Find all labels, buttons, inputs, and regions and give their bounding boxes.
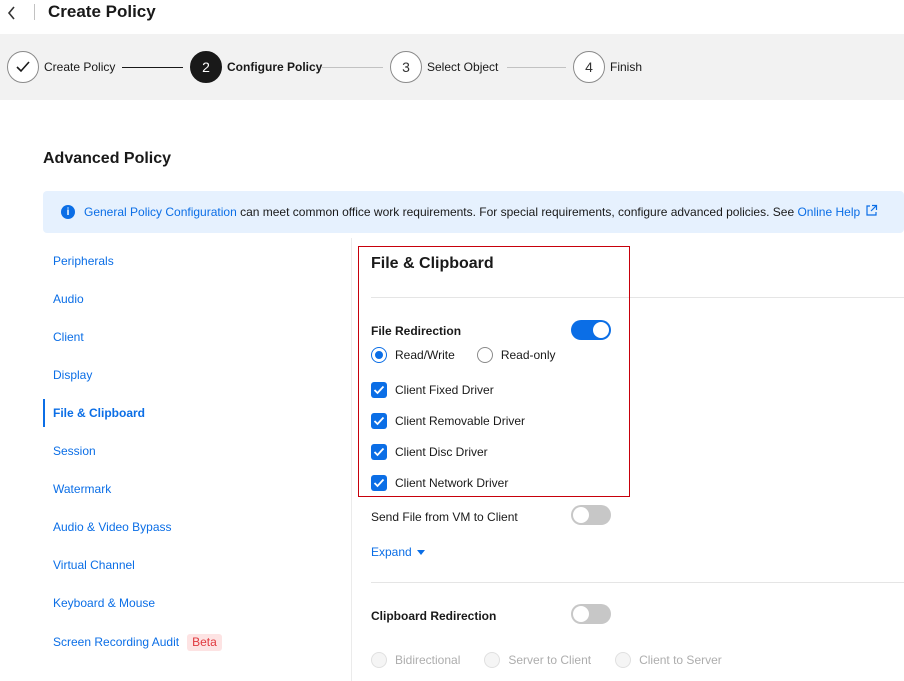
step-label: Finish — [610, 60, 643, 74]
info-banner: i General Policy Configuration can meet … — [43, 191, 904, 233]
nav-item-peripherals[interactable]: Peripherals — [43, 247, 114, 275]
clipboard-mode-radio-group: Bidirectional Server to Client Client to… — [371, 652, 722, 668]
step-number: 2 — [190, 51, 222, 83]
step-connector — [507, 67, 566, 68]
section-title: Advanced Policy — [43, 150, 172, 167]
page-title: Create Policy — [48, 2, 156, 21]
step-number: 4 — [573, 51, 605, 83]
bidirectional-radio[interactable] — [371, 652, 387, 668]
clipboard-redirection-toggle[interactable] — [571, 604, 611, 624]
steps-bar: Create Policy 2 Configure Policy 3 Selec… — [0, 34, 904, 100]
server-to-client-radio[interactable] — [484, 652, 501, 668]
radio-label: Bidirectional — [395, 653, 461, 667]
nav-item-watermark[interactable]: Watermark — [43, 475, 111, 503]
nav-item-audio-video-bypass[interactable]: Audio & Video Bypass — [43, 513, 172, 541]
step-connector — [322, 67, 383, 68]
step-number: 3 — [390, 51, 422, 83]
expand-label: Expand — [371, 545, 412, 559]
nav-item-session[interactable]: Session — [43, 437, 96, 465]
toggle-knob — [573, 507, 589, 523]
read-write-radio[interactable] — [371, 347, 387, 363]
file-redirection-label: File Redirection — [371, 324, 462, 338]
radio-label: Read/Write — [395, 348, 455, 362]
toggle-knob — [573, 606, 589, 622]
nav-item-virtual-channel[interactable]: Virtual Channel — [43, 551, 135, 579]
radio-label: Server to Client — [508, 653, 592, 667]
send-file-label: Send File from VM to Client — [371, 510, 518, 524]
nav-item-label: Screen Recording Audit — [53, 635, 180, 649]
divider — [371, 582, 904, 583]
nav-item-display[interactable]: Display — [43, 361, 92, 389]
step-select-object: 3 Select Object — [390, 51, 498, 83]
checkbox-label: Client Disc Driver — [395, 445, 488, 459]
check-icon — [7, 51, 39, 83]
caret-down-icon — [416, 549, 425, 555]
checkbox-label: Client Fixed Driver — [395, 383, 494, 397]
clipboard-redirection-label: Clipboard Redirection — [371, 609, 497, 623]
radio-label: Client to Server — [639, 653, 722, 667]
step-connector — [122, 67, 183, 68]
banner-text: can meet common office work requirements… — [236, 205, 798, 219]
step-label: Configure Policy — [227, 60, 323, 74]
page-header: Create Policy — [0, 0, 904, 28]
file-redirection-toggle[interactable] — [571, 320, 611, 340]
panel-title: File & Clipboard — [371, 255, 494, 272]
nav-item-screen-recording-audit[interactable]: Screen Recording Audit Beta — [43, 628, 222, 656]
back-arrow-icon[interactable] — [4, 2, 20, 22]
step-configure-policy: 2 Configure Policy — [190, 51, 322, 83]
client-network-driver-checkbox[interactable] — [371, 475, 387, 491]
beta-badge: Beta — [187, 634, 222, 652]
client-fixed-driver-option: Client Fixed Driver — [371, 382, 494, 398]
client-removable-driver-option: Client Removable Driver — [371, 413, 525, 429]
client-disc-driver-checkbox[interactable] — [371, 444, 387, 460]
header-divider — [34, 4, 35, 20]
client-disc-driver-option: Client Disc Driver — [371, 444, 488, 460]
radio-label: Read-only — [500, 348, 556, 362]
client-network-driver-option: Client Network Driver — [371, 475, 508, 491]
nav-item-keyboard-mouse[interactable]: Keyboard & Mouse — [43, 589, 155, 617]
nav-item-client[interactable]: Client — [43, 323, 84, 351]
online-help-link[interactable]: Online Help — [797, 205, 860, 219]
expand-button[interactable]: Expand — [371, 545, 425, 559]
toggle-knob — [593, 322, 609, 338]
info-icon: i — [61, 205, 75, 219]
send-file-toggle[interactable] — [571, 505, 611, 525]
step-finish: 4 Finish — [573, 51, 642, 83]
checkmark-icon — [373, 416, 385, 426]
step-label: Select Object — [427, 60, 499, 74]
checkmark-icon — [373, 447, 385, 457]
checkbox-label: Client Network Driver — [395, 476, 509, 490]
file-mode-radio-group: Read/Write Read-only — [371, 347, 556, 363]
read-only-radio[interactable] — [476, 347, 493, 363]
divider — [371, 297, 904, 298]
checkmark-icon — [373, 478, 385, 488]
step-label: Create Policy — [44, 60, 116, 74]
client-removable-driver-checkbox[interactable] — [371, 413, 387, 429]
nav-item-file-clipboard[interactable]: File & Clipboard — [43, 399, 145, 427]
general-policy-link[interactable]: General Policy Configuration — [84, 205, 237, 219]
client-fixed-driver-checkbox[interactable] — [371, 382, 387, 398]
nav-item-audio[interactable]: Audio — [43, 285, 84, 313]
client-to-server-radio[interactable] — [615, 652, 632, 668]
step-create-policy: Create Policy — [7, 51, 115, 83]
checkbox-label: Client Removable Driver — [395, 414, 526, 428]
checkmark-icon — [373, 385, 385, 395]
external-link-icon[interactable] — [865, 204, 878, 220]
